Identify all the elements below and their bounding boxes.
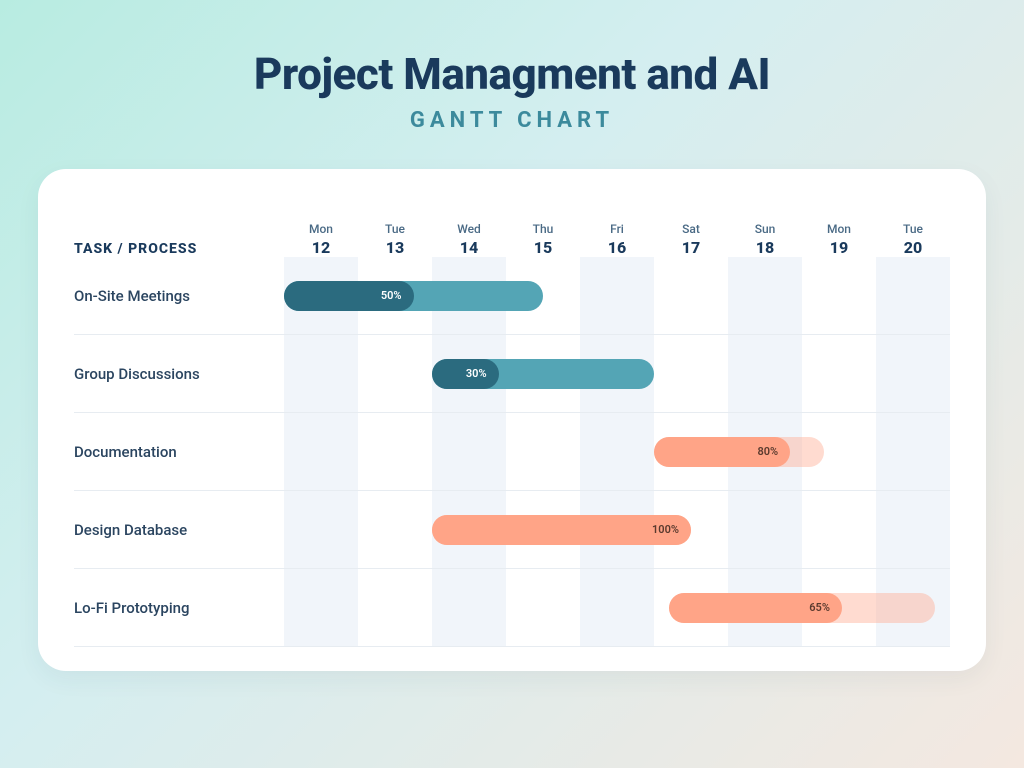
page-subtitle: GANTT CHART [410,108,614,133]
day-of-week: Mon [802,222,876,236]
gantt-bar-progress: 80% [654,437,790,467]
gantt-bar[interactable]: 65% [669,593,935,623]
day-of-week: Thu [506,222,580,236]
bar-area: 65% [284,593,950,623]
day-header: Sun 18 [728,222,802,257]
gantt-bar-progress: 65% [669,593,842,623]
task-row: On-Site Meetings50% [74,257,950,335]
bar-area: 50% [284,281,950,311]
gantt-bar-progress: 50% [284,281,414,311]
gantt-grid: TASK / PROCESS Mon12Tue13Wed14Thu15Fri16… [74,197,950,647]
gantt-bar[interactable]: 80% [654,437,824,467]
day-number: 14 [432,238,506,257]
day-header: Fri 16 [580,222,654,257]
day-number: 17 [654,238,728,257]
task-label: Lo-Fi Prototyping [74,599,284,617]
day-header: Wed 14 [432,222,506,257]
gantt-bar-progress: 30% [432,359,499,389]
task-row: Design Database 100% [74,491,950,569]
day-number: 18 [728,238,802,257]
day-number: 13 [358,238,432,257]
day-of-week: Tue [358,222,432,236]
task-header: TASK / PROCESS [74,241,284,257]
day-of-week: Wed [432,222,506,236]
task-row: Documentation 80% [74,413,950,491]
gantt-bar[interactable]: 30% [432,359,654,389]
day-header: Mon 19 [802,222,876,257]
day-header: Tue 13 [358,222,432,257]
gantt-card: TASK / PROCESS Mon12Tue13Wed14Thu15Fri16… [38,169,986,671]
day-number: 19 [802,238,876,257]
gantt-bar-progress: 100% [432,515,691,545]
day-of-week: Sat [654,222,728,236]
day-of-week: Tue [876,222,950,236]
task-row: Group Discussions 30% [74,335,950,413]
bar-area: 80% [284,437,950,467]
day-header: Mon 12 [284,222,358,257]
gantt-header-row: TASK / PROCESS Mon12Tue13Wed14Thu15Fri16… [74,197,950,257]
gantt-bar[interactable]: 100% [432,515,691,545]
task-label: Design Database [74,521,284,539]
task-row: Lo-Fi Prototyping 65% [74,569,950,647]
bar-area: 100% [284,515,950,545]
bar-area: 30% [284,359,950,389]
day-header: Sat 17 [654,222,728,257]
day-of-week: Sun [728,222,802,236]
day-header: Thu 15 [506,222,580,257]
task-label: Documentation [74,443,284,461]
task-label: On-Site Meetings [74,287,284,305]
day-number: 12 [284,238,358,257]
gantt-bar[interactable]: 50% [284,281,543,311]
task-label: Group Discussions [74,365,284,383]
day-of-week: Mon [284,222,358,236]
day-headers: Mon12Tue13Wed14Thu15Fri16Sat17Sun18Mon19… [284,222,950,257]
day-number: 20 [876,238,950,257]
day-number: 15 [506,238,580,257]
gantt-rows: On-Site Meetings50% Group Discussions 30% D… [74,257,950,647]
day-of-week: Fri [580,222,654,236]
day-number: 16 [580,238,654,257]
page-title: Project Managment and AI [254,48,770,100]
day-header: Tue 20 [876,222,950,257]
